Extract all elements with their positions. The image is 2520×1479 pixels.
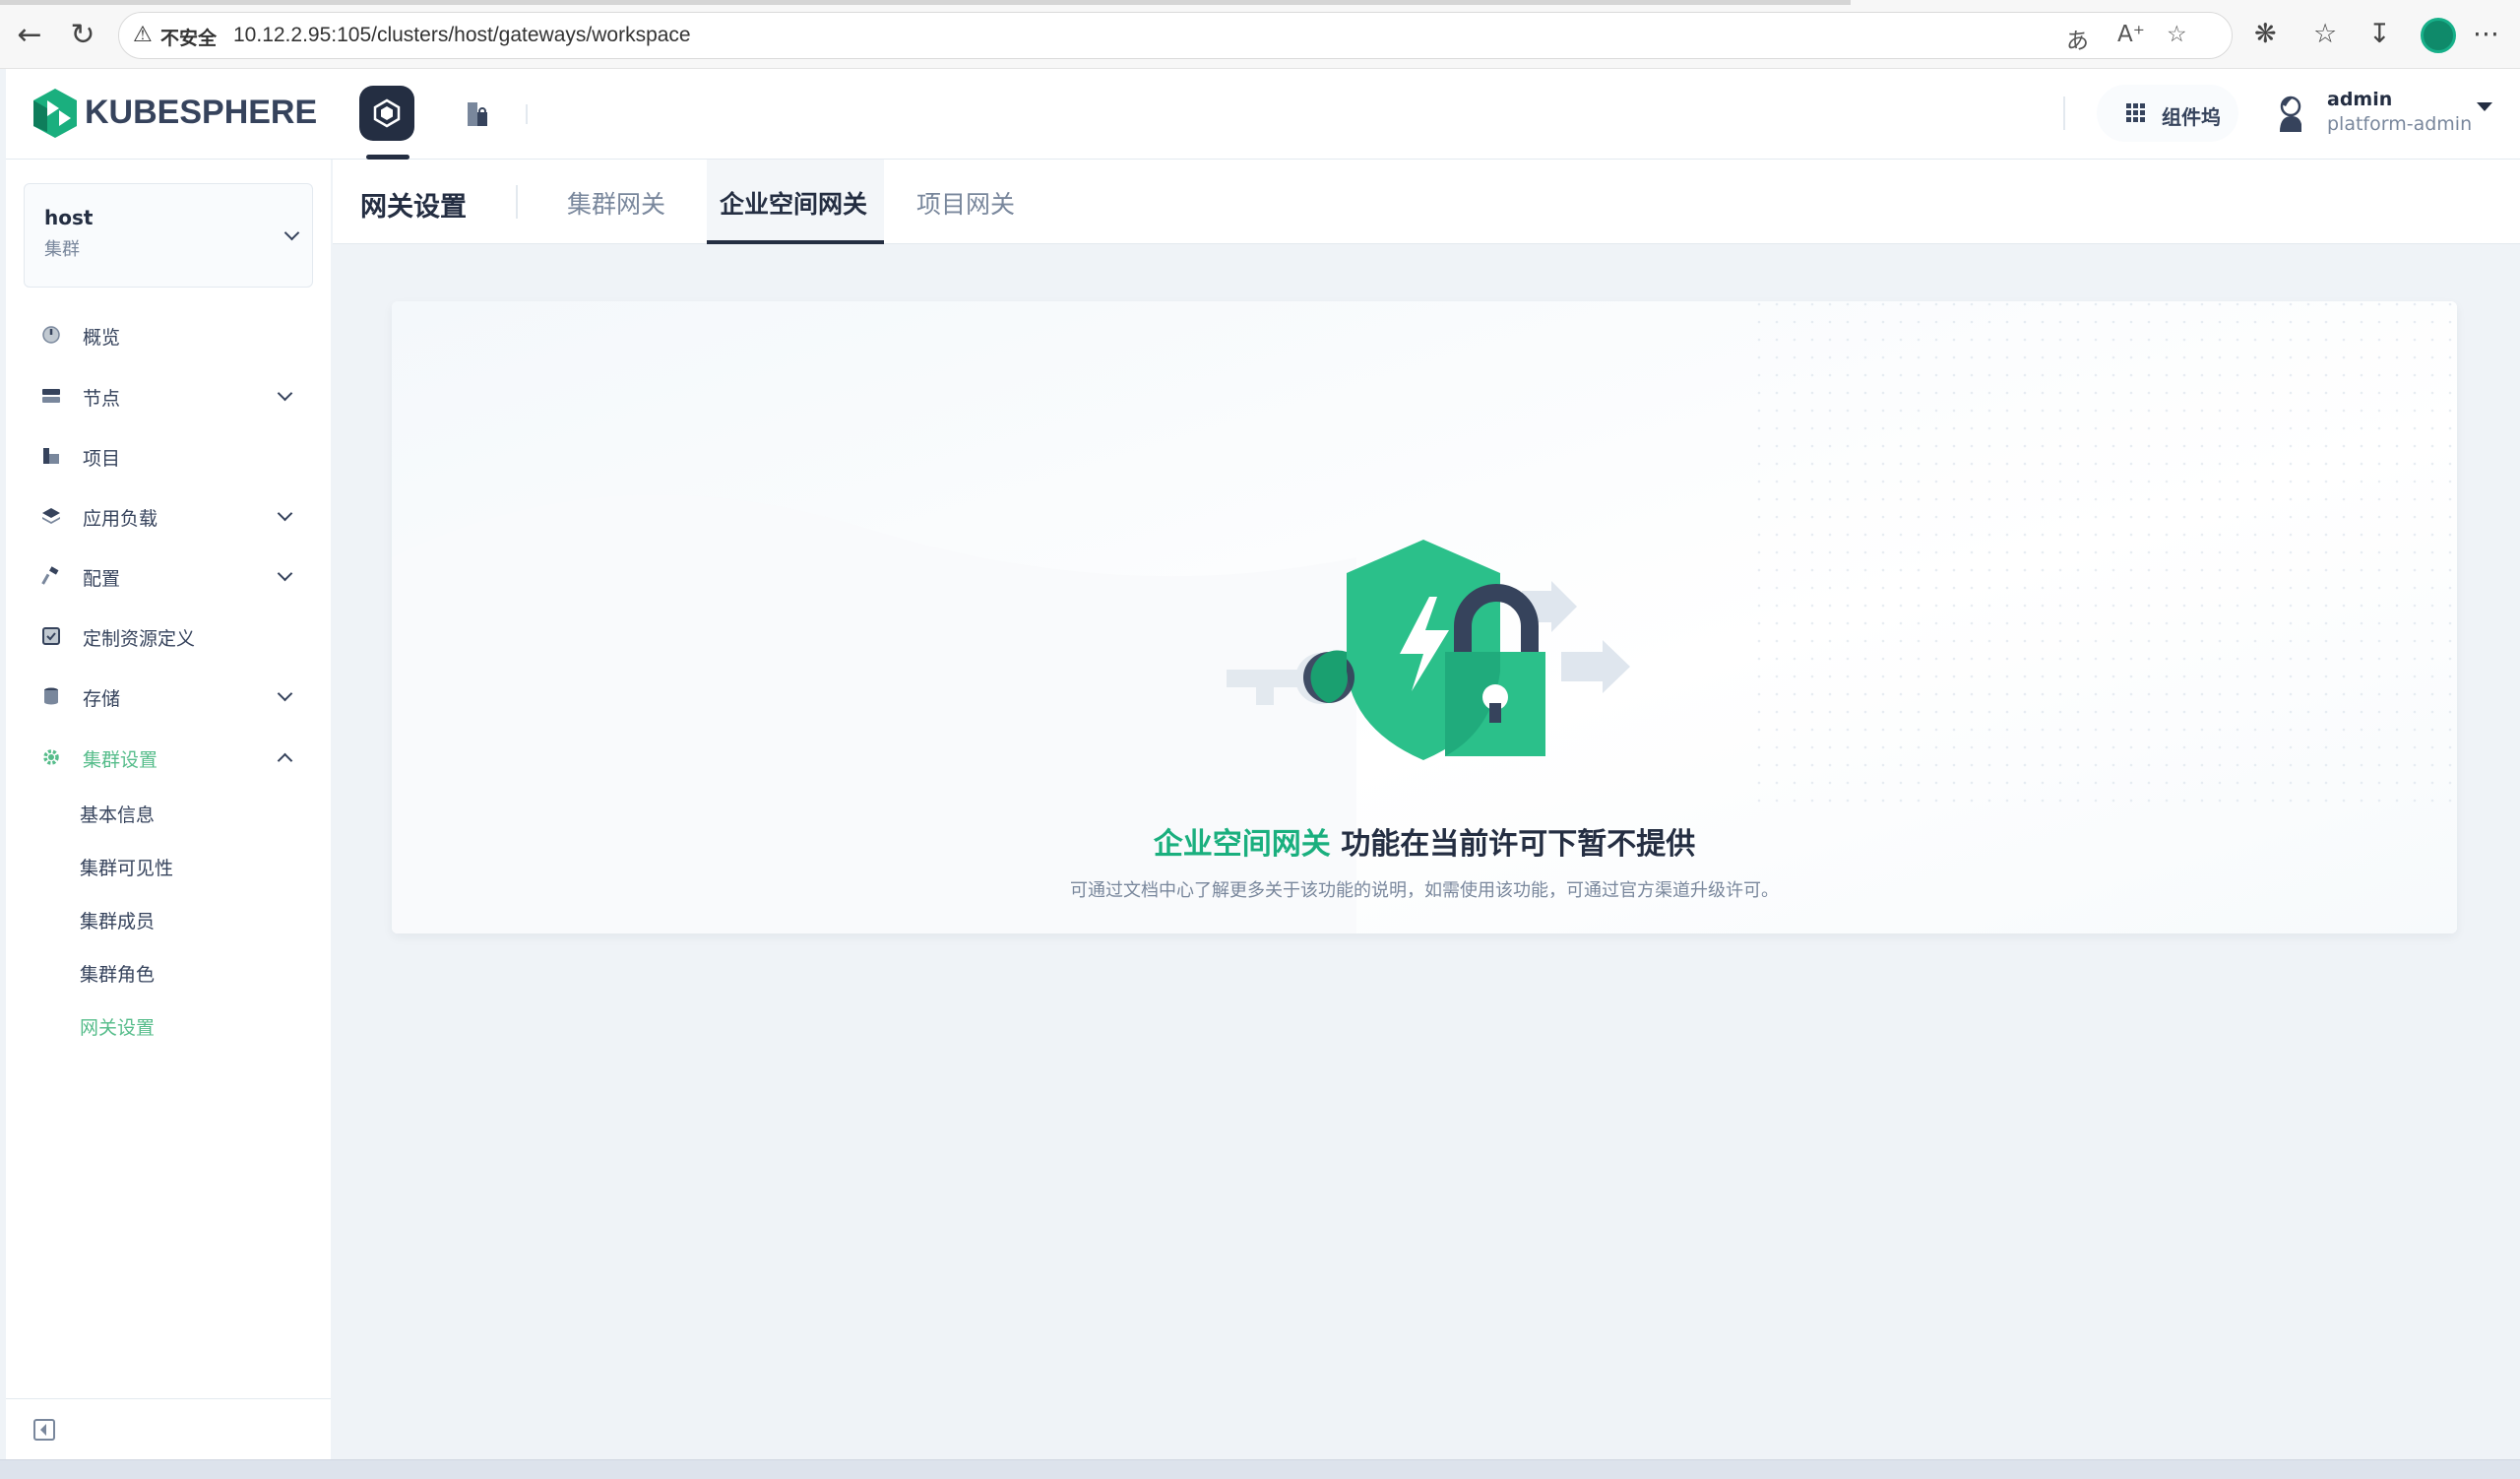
extensions-icon[interactable]: ❋ xyxy=(2254,19,2277,49)
chevron-down-icon xyxy=(277,685,293,702)
reload-icon[interactable]: ↻ xyxy=(65,18,100,53)
url-text[interactable]: 10.12.2.95:105/clusters/host/gateways/wo… xyxy=(233,24,691,47)
tab-project-gateway[interactable]: 项目网关 xyxy=(916,185,1015,221)
tabs-bar: 网关设置 集群网关 企业空间网关 项目网关 xyxy=(333,160,2520,244)
unavailable-message: 企业空间网关 功能在当前许可下暂不提供 xyxy=(392,819,2457,863)
sidebar-footer xyxy=(6,1398,331,1459)
header-divider xyxy=(526,104,528,124)
chevron-down-icon xyxy=(277,565,293,582)
logo-text[interactable]: KUBESPHERE xyxy=(85,94,317,132)
app-header: KUBESPHERE 组件坞 admin platform-admin xyxy=(6,69,2520,160)
tab-cluster-gateway[interactable]: 集群网关 xyxy=(567,185,665,221)
gear-icon xyxy=(43,749,59,765)
sidebar-item-configuration[interactable]: 配置 xyxy=(6,548,331,604)
back-icon[interactable]: ← xyxy=(12,18,47,53)
favorite-star-icon[interactable]: ☆ xyxy=(2167,22,2187,47)
locked-gateway-illustration xyxy=(1227,540,1630,760)
sidebar-item-nodes[interactable]: 节点 xyxy=(6,368,331,423)
feature-unavailable-card: 企业空间网关 功能在当前许可下暂不提供 可通过文档中心了解更多关于该功能的说明，… xyxy=(392,301,2457,933)
os-taskbar xyxy=(0,1459,2520,1479)
extensions-center-button[interactable]: 组件坞 xyxy=(2097,85,2238,142)
chevron-up-icon xyxy=(277,752,293,769)
cluster-nav-button[interactable] xyxy=(359,86,414,141)
translate-icon[interactable]: あ xyxy=(2066,22,2089,55)
sidebar-item-label: 集群设置 xyxy=(83,749,158,771)
sidebar-item-label: 概览 xyxy=(83,327,121,349)
chevron-down-icon xyxy=(277,385,293,402)
crd-icon xyxy=(42,627,60,645)
grid-icon xyxy=(2126,103,2146,123)
sidebar-item-storage[interactable]: 存储 xyxy=(6,669,331,724)
extensions-label: 组件坞 xyxy=(2162,105,2221,129)
sidebar-item-label: 定制资源定义 xyxy=(83,628,196,650)
header-divider xyxy=(2063,96,2065,130)
sidebar-item-cluster-settings[interactable]: 集群设置 xyxy=(6,730,331,785)
dashboard-icon xyxy=(42,326,60,344)
sidebar-item-app-workloads[interactable]: 应用负载 xyxy=(6,488,331,544)
sidebar-item-label: 存储 xyxy=(83,688,121,710)
hammer-icon xyxy=(41,566,59,585)
tabs-divider xyxy=(516,185,518,219)
user-avatar[interactable] xyxy=(2270,93,2309,134)
sidebar-item-label: 配置 xyxy=(83,568,121,590)
collapse-sidebar-icon[interactable] xyxy=(33,1419,55,1441)
workspace-nav-button[interactable] xyxy=(449,86,504,141)
sidebar-subitem-cluster-members[interactable]: 集群成员 xyxy=(80,907,155,933)
user-name[interactable]: admin xyxy=(2327,89,2392,110)
browser-toolbar: ← ↻ ⚠ 不安全 10.12.2.95:105/clusters/host/g… xyxy=(0,0,2520,69)
favorites-icon[interactable]: ☆ xyxy=(2313,19,2337,49)
cluster-name: host xyxy=(44,206,94,229)
cluster-type: 集群 xyxy=(44,239,80,260)
sidebar-subitem-gateway-settings[interactable]: 网关设置 xyxy=(80,1013,155,1040)
page-title: 网关设置 xyxy=(360,192,467,223)
sidebar-item-crd[interactable]: 定制资源定义 xyxy=(6,609,331,664)
cluster-icon xyxy=(373,98,401,128)
sidebar-item-overview[interactable]: 概览 xyxy=(6,307,331,362)
sidebar-subitem-basic-info[interactable]: 基本信息 xyxy=(80,801,155,827)
database-icon xyxy=(44,687,58,705)
address-bar[interactable]: ⚠ 不安全 10.12.2.95:105/clusters/host/gatew… xyxy=(118,12,2233,59)
security-label[interactable]: 不安全 xyxy=(160,24,217,50)
profile-avatar[interactable] xyxy=(2421,18,2456,53)
chevron-down-icon xyxy=(284,225,300,241)
unavailable-text: 功能在当前许可下暂不提供 xyxy=(1330,827,1696,862)
read-aloud-icon[interactable]: A⁺ xyxy=(2117,22,2145,47)
page-loading-bar xyxy=(0,0,1851,5)
user-role[interactable]: platform-admin xyxy=(2327,113,2472,135)
workspace-building-icon xyxy=(468,102,487,126)
sidebar-item-label: 应用负载 xyxy=(83,508,158,530)
tab-workspace-gateway[interactable]: 企业空间网关 xyxy=(720,185,867,221)
kubesphere-logo-icon[interactable] xyxy=(30,87,81,140)
sidebar-item-label: 项目 xyxy=(83,448,121,470)
project-icon xyxy=(43,448,59,464)
chevron-down-icon xyxy=(277,505,293,522)
sidebar-subitem-cluster-roles[interactable]: 集群角色 xyxy=(80,960,155,987)
layers-icon xyxy=(42,508,60,524)
unavailable-description: 可通过文档中心了解更多关于该功能的说明，如需使用该功能，可通过官方渠道升级许可。 xyxy=(1070,880,1779,901)
download-icon[interactable]: ↧ xyxy=(2368,19,2391,49)
sidebar: host 集群 概览 节点 项目 应用负载 配置 定制资源定义 存储 集群设置 … xyxy=(6,160,331,1459)
feature-name: 企业空间网关 xyxy=(1153,827,1331,862)
server-icon xyxy=(42,389,60,403)
caret-down-icon[interactable] xyxy=(2477,102,2492,111)
cluster-selector[interactable]: host 集群 xyxy=(24,183,313,288)
sidebar-subitem-cluster-visibility[interactable]: 集群可见性 xyxy=(80,854,173,880)
warning-icon[interactable]: ⚠ xyxy=(133,23,153,47)
sidebar-item-label: 节点 xyxy=(83,388,121,410)
more-icon[interactable]: ⋯ xyxy=(2473,19,2499,49)
sidebar-item-projects[interactable]: 项目 xyxy=(6,428,331,483)
